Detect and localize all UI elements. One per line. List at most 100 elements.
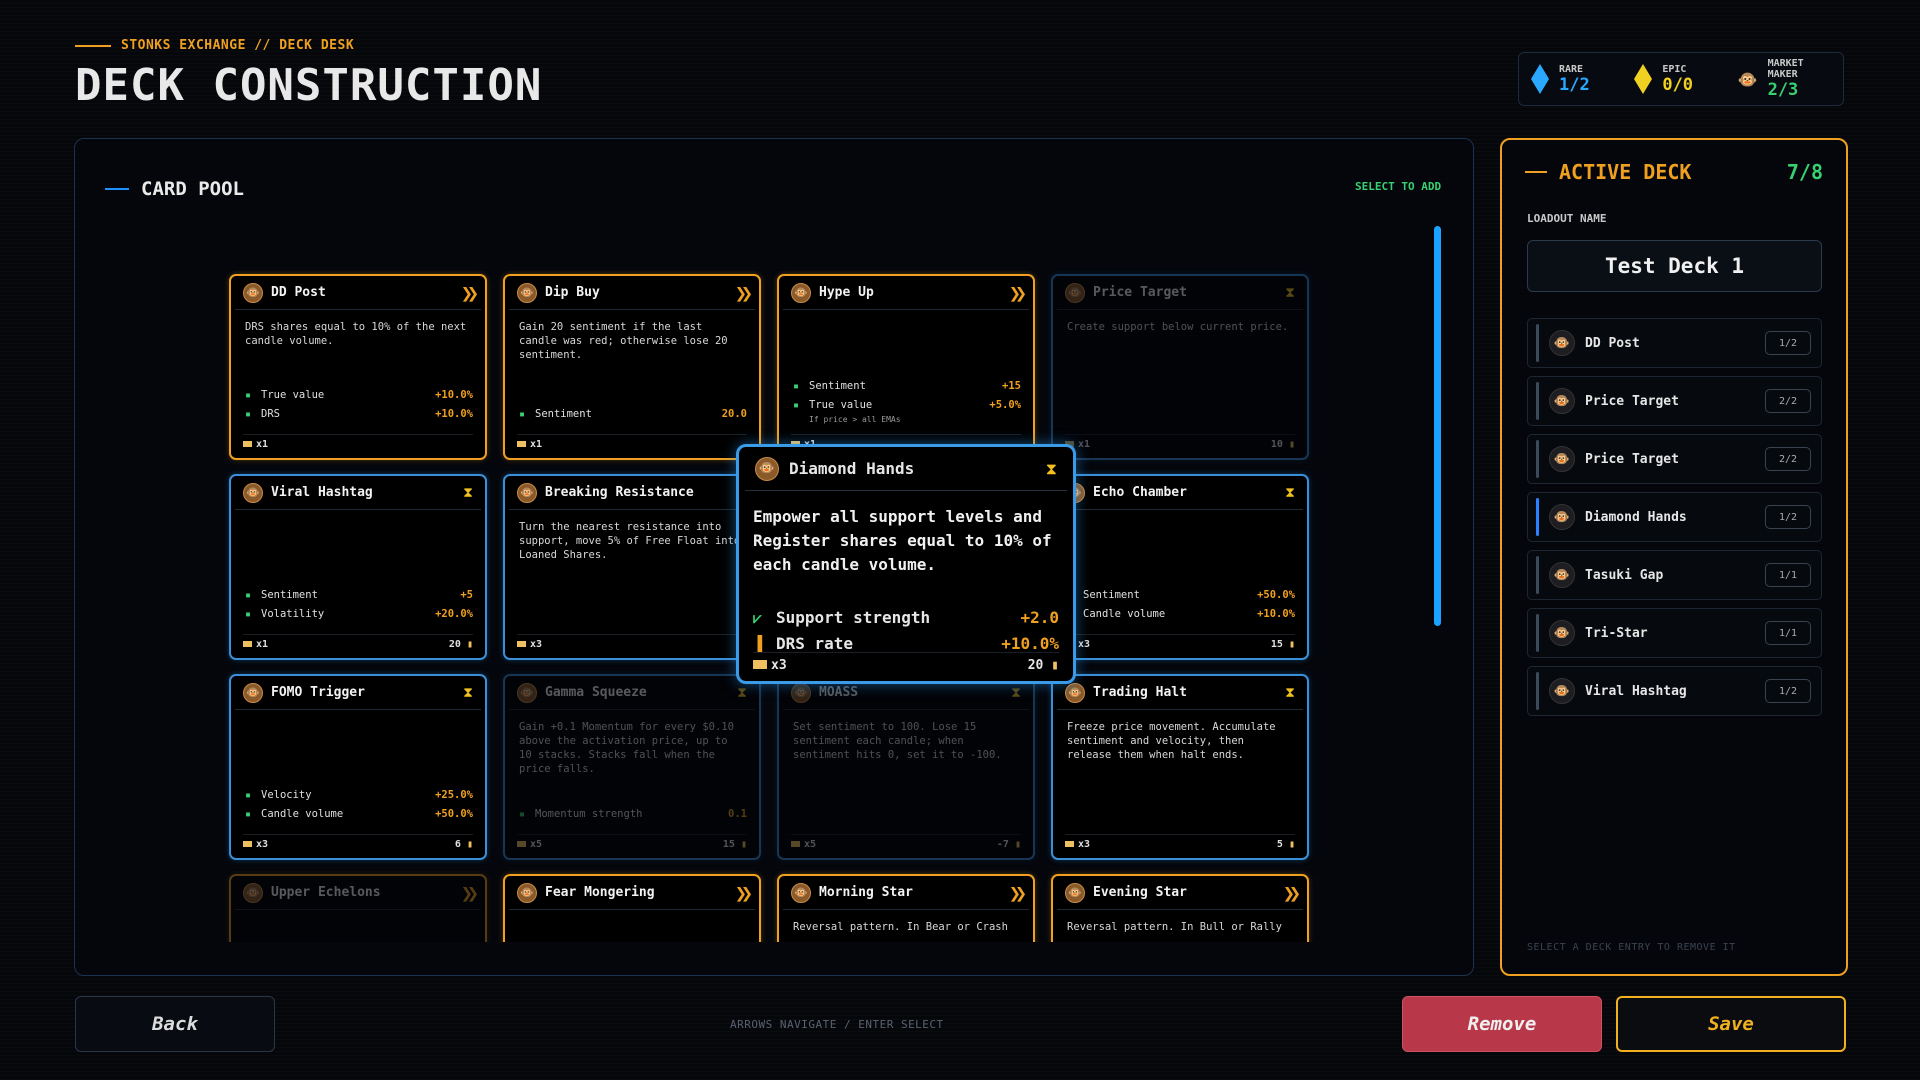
card-name: Upper Echelons <box>271 885 381 900</box>
card-stat: ▪ Sentiment +15 <box>793 377 1021 396</box>
monkey-icon: 🐵 <box>517 682 537 703</box>
hourglass-icon: ⧗ <box>1285 684 1295 701</box>
active-deck-title: ACTIVE DECK <box>1559 160 1692 184</box>
card-stack-icon <box>517 841 526 847</box>
card-stats: ▪ Sentiment +5 ▪ Volatility +20.0% <box>245 586 473 624</box>
card-fomo-trigger[interactable]: 🐵 FOMO Trigger ⧗ ▪ Velocity +25.0% ▪ Candle vol… <box>229 674 487 860</box>
card-name: Echo Chamber <box>1093 485 1187 500</box>
monkey-icon: 🐵 <box>791 282 811 303</box>
deck-entry[interactable]: 🐵 Tasuki Gap 1/1 <box>1527 550 1822 600</box>
deck-entry[interactable]: 🐵 Diamond Hands 1/2 <box>1527 492 1822 542</box>
card-stat: ▪Candle volume+10.0% <box>1067 605 1295 624</box>
entry-indicator <box>1536 440 1539 478</box>
stat-value: +10.0% <box>1257 608 1295 620</box>
deck-entry[interactable]: 🐵 Price Target 2/2 <box>1527 376 1822 426</box>
card-name: FOMO Trigger <box>271 685 365 700</box>
monkey-icon: 🐵 <box>1065 682 1085 703</box>
card-evening-star[interactable]: 🐵 Evening Star ❯❯ Reversal pattern. In Bull… <box>1051 874 1309 942</box>
deck-entry[interactable]: 🐵 Price Target 2/2 <box>1527 434 1822 484</box>
card-moass[interactable]: 🐵 MOASS ⧗ Set sentiment to 100. Lose 15 sen… <box>777 674 1035 860</box>
card-name: Trading Halt <box>1093 685 1187 700</box>
monkey-icon: 🐵 <box>1065 882 1085 903</box>
card-upper-echelons[interactable]: 🐵 Upper Echelons ❯❯ <box>229 874 487 942</box>
card-name: Breaking Resistance <box>545 485 694 500</box>
stat-label: True value <box>261 389 325 401</box>
hourglass-icon: ⧗ <box>1285 484 1295 501</box>
stat-label: Volatility <box>261 608 325 620</box>
card-footer: x3 <box>517 634 747 650</box>
card-dd-post[interactable]: 🐵 DD Post ❯❯ DRS shares equal to 10% of the… <box>229 274 487 460</box>
remove-button[interactable]: Remove <box>1402 996 1602 1052</box>
card-header: 🐵 Gamma Squeeze ⧗ <box>509 676 755 710</box>
card-name: Morning Star <box>819 885 913 900</box>
card-cost: 10 <box>1270 439 1283 450</box>
monkey-icon: 🐵 <box>791 882 811 903</box>
hourglass-icon: ⧗ <box>463 684 473 701</box>
monkey-icon: 🐵 <box>517 482 537 503</box>
card-stat: ▪Sentiment+50.0% <box>1067 586 1295 605</box>
card-header: 🐵 Fear Mongering ❯❯ <box>509 876 755 910</box>
deck-count: 7/8 <box>1786 160 1823 184</box>
card-footer: x5 -7 ▮ <box>791 834 1021 850</box>
entry-indicator <box>1536 556 1539 594</box>
card-stats: ▪ True value +10.0% ▪ DRS +10.0% <box>245 386 473 424</box>
battery-icon: ▮ <box>1282 439 1295 450</box>
card-echo-chamber[interactable]: 🐵Echo Chamber⧗▪Sentiment+50.0%▪Candle vo… <box>1051 474 1309 660</box>
deck-entry-name: Price Target <box>1585 451 1679 467</box>
card-pool-scrollbar[interactable] <box>1434 226 1441 626</box>
card-footer: x3 5 ▮ <box>1065 834 1295 850</box>
card-fear-mongering[interactable]: 🐵 Fear Mongering ❯❯ <box>503 874 761 942</box>
deck-entry-name: Diamond Hands <box>1585 509 1687 525</box>
stat-icon: ▪ <box>245 590 252 601</box>
currency-rare: RARE 1/2 <box>1531 64 1624 95</box>
stat-label: Candle volume <box>1083 608 1166 620</box>
battery-icon: ▮ <box>1008 839 1021 850</box>
card-breaking-resistance[interactable]: 🐵Breaking Resistance⧗Turn the nearest re… <box>503 474 761 660</box>
deck-entry-count: 1/1 <box>1765 563 1811 587</box>
card-description: Reversal pattern. In Bull or Rally <box>1067 921 1282 933</box>
card-header: 🐵Breaking Resistance⧗ <box>509 476 755 510</box>
card-dip-buy[interactable]: 🐵 Dip Buy ❯❯ Gain 20 sentiment if the last … <box>503 274 761 460</box>
popup-stats: ⩗ Support strength +2.0 ▐ DRS rate +10.0% <box>753 605 1059 657</box>
currency-value: 1/2 <box>1559 74 1590 95</box>
currency-panel: RARE 1/2 EPIC 0/0 🐵 MARKET MAKER 2/3 <box>1518 52 1844 106</box>
deck-entry[interactable]: 🐵 Tri-Star 1/1 <box>1527 608 1822 658</box>
card-gamma-squeeze[interactable]: 🐵 Gamma Squeeze ⧗ Gain +0.1 Momentum for ev… <box>503 674 761 860</box>
popup-footer: x3 20 ▮ <box>753 652 1059 673</box>
card-count: x3 <box>256 839 269 850</box>
card-header: 🐵 Price Target ⧗ <box>1057 276 1303 310</box>
stat-label: Momentum strength <box>535 808 643 820</box>
back-button[interactable]: Back <box>75 996 275 1052</box>
card-footer: x3 15 ▮ <box>1065 634 1295 650</box>
battery-icon: ▮ <box>460 639 473 650</box>
card-detail-popup[interactable]: 🐵 Diamond Hands ⧗ Empower all support le… <box>736 444 1076 684</box>
deck-entry-name: DD Post <box>1585 335 1640 351</box>
monkey-icon: 🐵 <box>517 282 537 303</box>
deck-entry[interactable]: 🐵 DD Post 1/2 <box>1527 318 1822 368</box>
card-trading-halt[interactable]: 🐵 Trading Halt ⧗ Freeze price movement. Acc… <box>1051 674 1309 860</box>
card-hype-up[interactable]: 🐵 Hype Up ❯❯ ▪ Sentiment +15 ▪ True value If pri… <box>777 274 1035 460</box>
card-stat: ▪ DRS +10.0% <box>245 405 473 424</box>
card-stack-icon <box>517 641 526 647</box>
stat-icon: ▪ <box>793 381 800 392</box>
card-description: Gain +0.1 Momentum for every $0.10 above… <box>519 721 734 775</box>
entry-indicator <box>1536 672 1539 710</box>
card-header: 🐵 FOMO Trigger ⧗ <box>235 676 481 710</box>
card-stat: ▪ Volatility +20.0% <box>245 605 473 624</box>
card-stack-icon <box>243 641 252 647</box>
card-count: x5 <box>804 839 817 850</box>
deck-entry[interactable]: 🐵 Viral Hashtag 1/2 <box>1527 666 1822 716</box>
card-header: 🐵 Upper Echelons ❯❯ <box>235 876 481 910</box>
card-footer: x3 6 ▮ <box>243 834 473 850</box>
card-viral-hashtag[interactable]: 🐵 Viral Hashtag ⧗ ▪ Sentiment +5 ▪ Volatility +2… <box>229 474 487 660</box>
stat-value: +50.0% <box>435 808 473 820</box>
save-button[interactable]: Save <box>1616 996 1846 1052</box>
header-line <box>105 188 129 190</box>
card-cost: 20 <box>448 639 461 650</box>
card-morning-star[interactable]: 🐵 Morning Star ❯❯ Reversal pattern. In Bear… <box>777 874 1035 942</box>
hourglass-icon: ⧗ <box>463 484 473 501</box>
monkey-icon: 🐵 <box>243 482 263 503</box>
loadout-name-field[interactable]: Test Deck 1 <box>1527 240 1822 292</box>
breadcrumb: STONKS EXCHANGE // DECK DESK <box>75 38 354 53</box>
card-price-target[interactable]: 🐵 Price Target ⧗ Create support below curre… <box>1051 274 1309 460</box>
